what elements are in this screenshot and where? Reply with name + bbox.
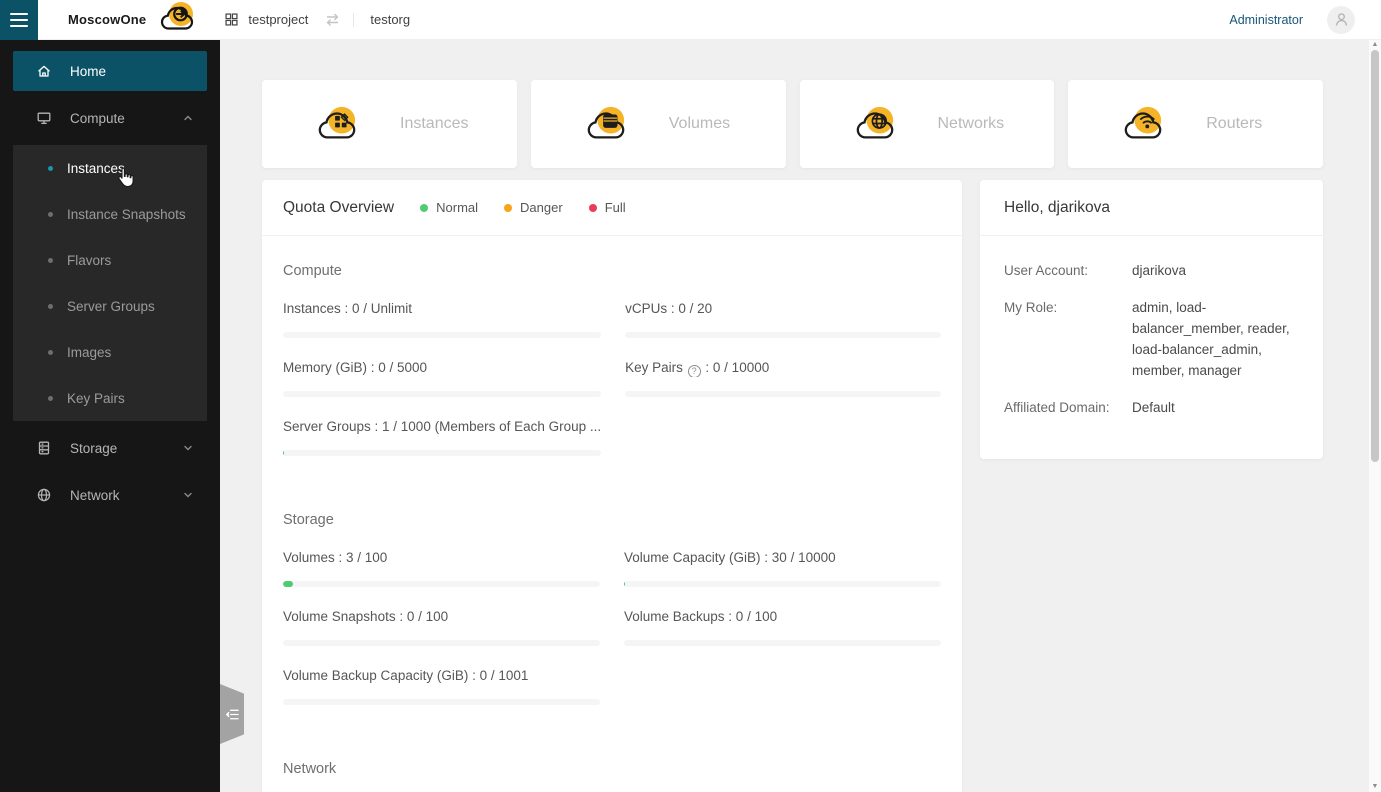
sidebar-item-instance-snapshots[interactable]: Instance Snapshots bbox=[13, 191, 207, 237]
progress-bar bbox=[625, 391, 941, 397]
progress-bar bbox=[283, 450, 602, 456]
user-profile-panel: Hello, djarikova User Account: djarikova… bbox=[980, 180, 1323, 459]
sidebar-item-compute[interactable]: Compute bbox=[13, 98, 207, 138]
bullet-icon bbox=[48, 211, 53, 217]
progress-bar bbox=[624, 640, 941, 646]
vertical-scrollbar: ▲ ▼ bbox=[1369, 40, 1381, 792]
quota-item-vcpus: vCPUs : 0 / 20 bbox=[625, 301, 941, 338]
routers-cloud-icon bbox=[1124, 106, 1162, 139]
switch-project-icon[interactable] bbox=[324, 11, 341, 28]
sidebar-item-images[interactable]: Images bbox=[13, 329, 207, 375]
storage-icon bbox=[38, 441, 50, 455]
main-content: Instances Volumes Networks Routers Quota… bbox=[220, 40, 1381, 792]
network-globe-icon bbox=[37, 488, 51, 502]
quota-section-network: Network bbox=[283, 761, 337, 777]
top-bar: MoscowOne testproject testorg Administra… bbox=[0, 0, 1381, 40]
home-icon bbox=[38, 65, 50, 77]
instances-cloud-icon bbox=[318, 106, 356, 139]
quota-item-volume-capacity: Volume Capacity (GiB) : 30 / 10000 bbox=[624, 550, 941, 587]
bullet-icon bbox=[48, 303, 53, 309]
resource-cards: Instances Volumes Networks Routers bbox=[262, 80, 1323, 168]
chevron-up-icon bbox=[183, 113, 193, 123]
brand-name: MoscowOne bbox=[68, 12, 147, 27]
scrollbar-thumb[interactable] bbox=[1371, 50, 1379, 462]
quota-item-memory: Memory (GiB) : 0 / 5000 bbox=[283, 360, 602, 397]
profile-row-my-role: My Role: admin, load-balancer_member, re… bbox=[1004, 300, 1290, 378]
quota-item-volume-backup-capacity: Volume Backup Capacity (GiB) : 0 / 1001 bbox=[283, 668, 600, 705]
chevron-down-icon bbox=[183, 443, 193, 453]
instances-card[interactable]: Instances bbox=[262, 80, 517, 168]
menu-fold-icon bbox=[225, 709, 239, 719]
administrator-link[interactable]: Administrator bbox=[1229, 13, 1303, 27]
sidebar-collapse-handle[interactable] bbox=[220, 684, 244, 744]
project-switcher[interactable]: testproject bbox=[224, 12, 308, 27]
networks-cloud-icon bbox=[856, 106, 893, 139]
quota-item-volume-snapshots: Volume Snapshots : 0 / 100 bbox=[283, 609, 600, 646]
sidebar-item-key-pairs[interactable]: Key Pairs bbox=[13, 375, 207, 421]
quota-section-compute: Compute bbox=[283, 263, 342, 279]
progress-bar bbox=[283, 640, 600, 646]
danger-status-dot bbox=[504, 203, 513, 212]
question-circle-icon[interactable]: ? bbox=[687, 364, 701, 377]
progress-bar bbox=[624, 581, 941, 587]
sidebar-item-network[interactable]: Network bbox=[13, 475, 207, 515]
profile-row-user-account: User Account: djarikova bbox=[1004, 263, 1187, 278]
quota-overview-panel: Quota Overview Normal Danger Full Comput… bbox=[262, 180, 962, 792]
progress-bar bbox=[283, 699, 600, 705]
hamburger-menu-button[interactable] bbox=[0, 0, 38, 40]
bullet-icon bbox=[48, 165, 53, 171]
sidebar-item-home[interactable]: Home bbox=[13, 51, 207, 91]
sidebar-item-storage[interactable]: Storage bbox=[13, 428, 207, 468]
quota-title: Quota Overview bbox=[283, 198, 395, 216]
user-avatar[interactable] bbox=[1327, 5, 1355, 34]
networks-card[interactable]: Networks bbox=[799, 80, 1055, 168]
grid-icon bbox=[225, 13, 238, 26]
sidebar-nav: Home Compute Instances Instance Snapshot… bbox=[0, 40, 220, 792]
org-name: testorg bbox=[370, 12, 411, 27]
quota-item-server-groups: Server Groups : 1 / 1000 (Members of Eac… bbox=[283, 419, 602, 456]
volumes-cloud-icon bbox=[587, 106, 625, 139]
normal-status-dot bbox=[420, 203, 429, 212]
person-icon bbox=[1335, 13, 1347, 26]
profile-row-affiliated-domain: Affiliated Domain: Default bbox=[1004, 400, 1175, 415]
greeting: Hello, djarikova bbox=[1004, 198, 1110, 216]
quota-item-volumes: Volumes : 3 / 100 bbox=[283, 550, 600, 587]
bullet-icon bbox=[48, 257, 53, 263]
volumes-card[interactable]: Volumes bbox=[530, 80, 786, 168]
quota-section-storage: Storage bbox=[283, 512, 334, 528]
progress-bar bbox=[283, 332, 602, 338]
progress-bar bbox=[283, 391, 602, 397]
progress-bar bbox=[625, 332, 941, 338]
sidebar-item-server-groups[interactable]: Server Groups bbox=[13, 283, 207, 329]
scroll-up-arrow-icon[interactable]: ▲ bbox=[1369, 40, 1381, 50]
brand-cloud-logo-icon bbox=[156, 0, 198, 39]
sidebar-item-flavors[interactable]: Flavors bbox=[13, 237, 207, 283]
scroll-down-arrow-icon[interactable]: ▼ bbox=[1369, 782, 1381, 792]
project-name: testproject bbox=[248, 12, 309, 27]
compute-monitor-icon bbox=[37, 112, 51, 125]
bullet-icon bbox=[48, 349, 53, 355]
quota-legend: Normal Danger Full bbox=[420, 200, 626, 215]
full-status-dot bbox=[588, 203, 597, 212]
quota-item-volume-backups: Volume Backups : 0 / 100 bbox=[624, 609, 941, 646]
divider bbox=[353, 12, 355, 27]
sidebar-item-instances[interactable]: Instances bbox=[13, 145, 207, 191]
routers-card[interactable]: Routers bbox=[1068, 80, 1323, 168]
quota-item-key-pairs: Key Pairs ? : 0 / 10000 bbox=[625, 360, 941, 397]
progress-bar bbox=[283, 581, 600, 587]
chevron-down-icon bbox=[183, 490, 193, 500]
quota-item-instances: Instances : 0 / Unlimit bbox=[283, 301, 602, 338]
bullet-icon bbox=[48, 395, 53, 401]
compute-submenu: Instances Instance Snapshots Flavors Ser… bbox=[13, 145, 207, 421]
